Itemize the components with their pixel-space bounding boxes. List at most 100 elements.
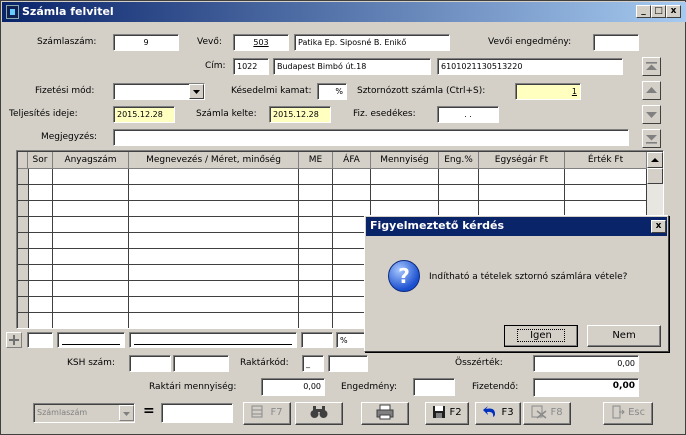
ksh-label: KSH szám: [67, 358, 115, 368]
col-header-afa[interactable]: ÁFA [333, 152, 371, 169]
col-header-mennyiseg[interactable]: Mennyiség [371, 152, 439, 169]
no-button[interactable]: Nem [587, 325, 661, 347]
title-bar: Számla felvitel _ □ x [2, 2, 686, 22]
equals-sign: = [143, 403, 155, 419]
raktarkod-label: Raktárkód: [240, 358, 289, 368]
f2-label: F2 [449, 407, 462, 418]
search-value-field[interactable] [161, 403, 233, 423]
dialog-title: Figyelmeztető kérdés [366, 217, 667, 236]
f7-label: F7 [270, 407, 283, 418]
prev-record-button[interactable] [642, 81, 661, 100]
raktari-mennyiseg-field: 0,00 [261, 378, 325, 396]
invoice-window: Számla felvitel _ □ x Számlaszám: 9 Vevő… [0, 0, 686, 435]
new-sor-field[interactable] [27, 332, 53, 348]
cim-label: Cím: [205, 61, 226, 71]
teljesites-label: Teljesítés ideje: [9, 109, 78, 119]
szamlaszam-label: Számlaszám: [37, 37, 97, 47]
ksh-field-2[interactable] [173, 355, 229, 372]
col-header-megnevezes[interactable]: Megnevezés / Méret, minőség [129, 152, 299, 169]
col-header-anyagszam[interactable]: Anyagszám [53, 152, 129, 169]
engedmeny-field[interactable] [413, 378, 455, 396]
close-button[interactable]: x [666, 5, 681, 18]
vevo-code-field[interactable]: 503 [233, 34, 289, 51]
f3-label: F3 [501, 407, 514, 418]
cim-account-field[interactable]: 6101021130513220 [437, 58, 623, 75]
floppy-icon [433, 406, 446, 418]
new-anyagszam-field[interactable] [57, 332, 125, 348]
new-me-field[interactable] [301, 332, 333, 348]
scroll-thumb[interactable] [647, 168, 663, 184]
minimize-button[interactable]: _ [636, 5, 651, 18]
f8-label: F8 [550, 407, 563, 418]
next-record-button[interactable] [642, 105, 661, 124]
new-megnevezes-field[interactable] [129, 332, 297, 348]
yes-label: Igen [517, 329, 565, 342]
chevron-down-icon [123, 412, 130, 416]
undo-button[interactable]: F3 [475, 402, 521, 425]
chevron-up-icon [651, 158, 659, 162]
ksh-field-1[interactable] [129, 355, 171, 372]
first-record-button[interactable] [642, 57, 661, 76]
szamla-kelte-field[interactable]: 2015.12.28 [269, 106, 331, 123]
scroll-up-button[interactable] [647, 152, 663, 168]
cim-street-field[interactable]: Budapest Bimbó út.18 [273, 58, 431, 75]
maximize-button[interactable]: □ [651, 5, 666, 18]
sztornozott-field[interactable]: 1 [515, 83, 581, 100]
col-header-me[interactable]: ME [299, 152, 333, 169]
binoculars-icon [310, 406, 328, 418]
down-icon [646, 112, 657, 118]
sztornozott-label: Sztornózott számla (Ctrl+S): [357, 86, 486, 96]
kesedelmi-kamat-field[interactable]: % [317, 83, 347, 100]
vevoi-engedmeny-label: Vevői engedmény: [488, 37, 572, 47]
last-record-button[interactable] [642, 129, 661, 148]
osszertek-field: 0,00 [533, 355, 639, 372]
col-header-egysegar[interactable]: Egységár Ft [479, 152, 565, 169]
engedmeny-label: Engedmény: [341, 382, 398, 392]
vevoi-engedmeny-field[interactable] [593, 34, 639, 51]
col-header-ertek[interactable]: Érték Ft [565, 152, 647, 169]
cim-zip-field[interactable]: 1022 [233, 58, 269, 75]
print-button[interactable] [361, 402, 409, 425]
delete-row-icon [531, 405, 547, 419]
szamla-kelte-label: Számla kelte: [196, 109, 257, 119]
teljesites-field[interactable]: 2015.12.28 [113, 106, 175, 123]
vevo-label: Vevő: [197, 37, 222, 47]
exit-door-icon [612, 405, 625, 419]
f7-button[interactable]: F7 [243, 402, 291, 425]
kesedelmi-kamat-label: Késedelmi kamat: [231, 86, 312, 96]
dialog-close-button[interactable]: x [651, 220, 666, 233]
app-icon [6, 5, 19, 19]
yes-button[interactable]: Igen [504, 325, 578, 347]
esc-label: Esc [628, 407, 646, 418]
raktari-mennyiseg-label: Raktári mennyiség: [149, 382, 237, 392]
row-indicator-strip [18, 169, 28, 328]
question-icon: ? [388, 260, 420, 292]
search-field-dropdown[interactable] [119, 405, 134, 421]
szamlaszam-field[interactable]: 9 [113, 34, 179, 51]
window-title: Számla felvitel [22, 5, 114, 18]
fizetesi-mod-label: Fizetési mód: [35, 86, 95, 96]
add-row-button[interactable] [6, 332, 22, 348]
megjegyzes-label: Megjegyzés: [41, 132, 98, 142]
fiz-esedekes-field[interactable]: . . [437, 106, 499, 123]
grid-corner [18, 152, 28, 169]
save-button[interactable]: F2 [425, 402, 469, 425]
col-header-sor[interactable]: Sor [28, 152, 53, 169]
dropdown-arrow-button[interactable] [189, 84, 204, 99]
raktarkod-field[interactable]: _ [302, 355, 324, 372]
chevron-down-icon [193, 90, 200, 94]
new-afa-field[interactable]: % [336, 332, 366, 348]
undo-icon [483, 406, 496, 417]
esc-button[interactable]: Esc [603, 402, 653, 425]
fizetendo-field: 0,00 [533, 378, 639, 397]
fizetendo-label: Fizetendő: [472, 382, 519, 392]
find-button[interactable] [295, 402, 343, 425]
up-icon [646, 87, 657, 93]
fiz-esedekes-label: Fiz. esedékes: [353, 109, 416, 119]
f8-button[interactable]: F8 [523, 402, 571, 425]
col-header-eng[interactable]: Eng.% [439, 152, 479, 169]
osszertek-label: Összérték: [455, 358, 503, 368]
vevo-name-field[interactable]: Patika Ep. Siposné B. Enikő [294, 34, 450, 51]
megjegyzes-field[interactable] [113, 129, 629, 146]
last-icon [646, 135, 657, 144]
